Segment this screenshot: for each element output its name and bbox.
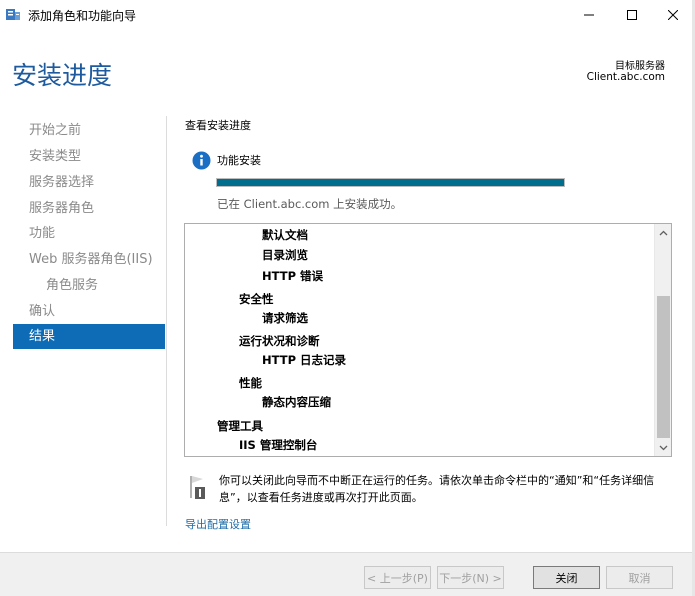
button-bar: < 上一步(P) 下一步(N) > 关闭 取消 (0, 552, 695, 596)
nav-item-server-roles[interactable]: 服务器角色 (13, 196, 165, 221)
nav-item-web-server-role[interactable]: Web 服务器角色(IIS) (13, 247, 165, 272)
target-server-label: 目标服务器 (615, 61, 665, 72)
nav-item-results[interactable]: 结果 (13, 324, 165, 349)
nav-item-before-you-begin[interactable]: 开始之前 (13, 118, 165, 143)
info-note: 你可以关闭此向导而不中断正在运行的任务。请依次单击命令栏中的“通知”和“任务详细… (219, 474, 655, 504)
status-text: 已在 Client.abc.com 上安装成功。 (217, 197, 403, 211)
scroll-up-button[interactable] (655, 224, 671, 241)
minimize-icon (584, 14, 594, 16)
installation-progress-bar (216, 178, 565, 187)
window-title: 添加角色和功能向导 (28, 9, 137, 23)
server-manager-icon (6, 9, 20, 20)
close-window-button[interactable] (650, 0, 695, 30)
list-item: 安全性 (239, 292, 274, 306)
installed-features-list[interactable]: 默认文档 目录浏览 HTTP 错误 安全性 请求筛选 运行状况和诊断 HTTP … (184, 223, 672, 457)
nav-item-server-selection[interactable]: 服务器选择 (13, 170, 165, 195)
list-item: 静态内容压缩 (262, 395, 331, 409)
scroll-thumb[interactable] (657, 296, 670, 438)
export-configuration-link[interactable]: 导出配置设置 (185, 516, 251, 532)
list-item: 性能 (239, 376, 262, 390)
list-item: HTTP 日志记录 (262, 353, 347, 367)
page-title: 安装进度 (12, 61, 113, 90)
title-bar: 添加角色和功能向导 (0, 0, 695, 30)
previous-button[interactable]: < 上一步(P) (364, 566, 431, 589)
feature-installation-label: 功能安装 (217, 154, 261, 167)
section-title: 查看安装进度 (185, 119, 251, 132)
info-icon (192, 151, 211, 170)
maximize-icon (627, 10, 637, 20)
list-item: 运行状况和诊断 (239, 334, 320, 348)
maximize-button[interactable] (609, 0, 655, 30)
close-button[interactable]: 关闭 (533, 566, 600, 589)
list-item: 请求筛选 (262, 311, 308, 325)
cancel-button[interactable]: 取消 (606, 566, 673, 589)
list-item: 管理工具 (217, 419, 263, 433)
list-item: 目录浏览 (262, 248, 308, 262)
list-scrollbar[interactable] (654, 224, 671, 456)
chevron-down-icon (659, 445, 668, 450)
notification-flag-icon (190, 476, 205, 499)
nav-item-installation-type[interactable]: 安装类型 (13, 144, 165, 169)
nav-item-features[interactable]: 功能 (13, 221, 165, 246)
target-server-value: Client.abc.com (586, 71, 665, 83)
list-item: HTTP 错误 (262, 269, 324, 283)
close-icon (668, 10, 678, 20)
nav-item-role-services[interactable]: 角色服务 (13, 273, 165, 298)
list-item: 默认文档 (262, 228, 308, 242)
progress-fill (217, 179, 564, 186)
minimize-button[interactable] (566, 0, 612, 30)
next-button[interactable]: 下一步(N) > (437, 566, 504, 589)
nav-divider (166, 116, 167, 526)
list-item: IIS 管理控制台 (239, 438, 318, 452)
nav-item-confirmation[interactable]: 确认 (13, 299, 165, 324)
scroll-down-button[interactable] (655, 439, 671, 456)
chevron-up-icon (659, 230, 668, 235)
